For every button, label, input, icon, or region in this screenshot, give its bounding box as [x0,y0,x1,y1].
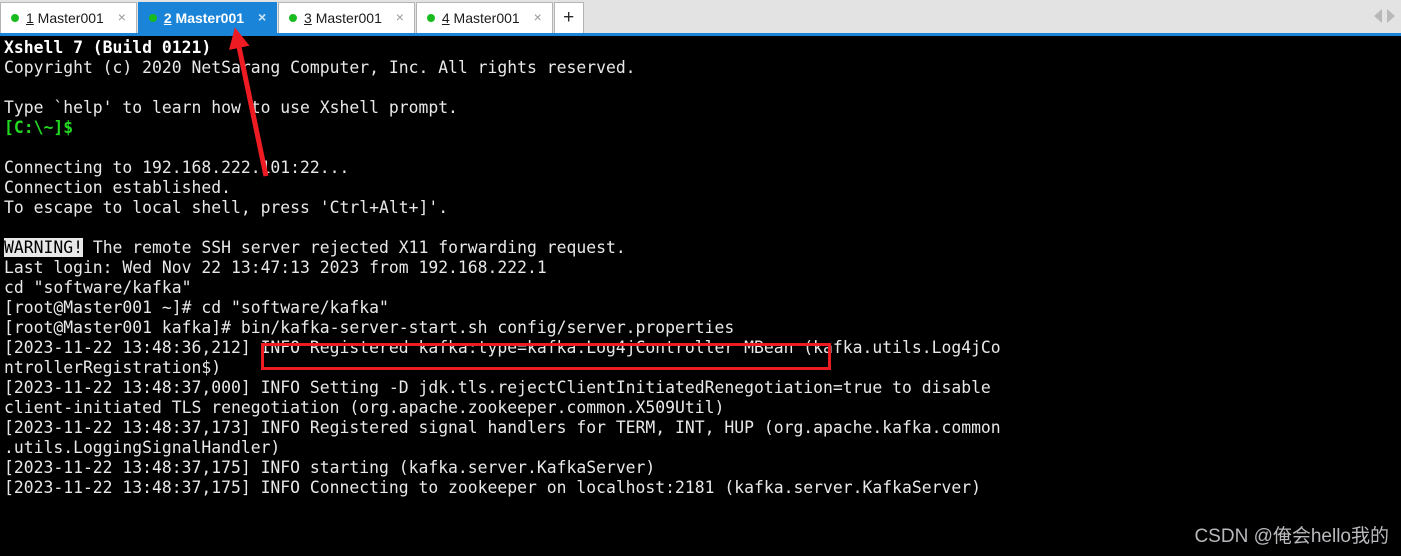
new-tab-button[interactable]: + [553,2,584,33]
terminal-line-text: Last login: Wed Nov 22 13:47:13 2023 fro… [4,258,547,277]
tab-number: 3 [304,10,312,26]
terminal-line: Last login: Wed Nov 22 13:47:13 2023 fro… [4,258,1001,278]
terminal-line-text: Type `help' to learn how to use Xshell p… [4,98,458,117]
terminal-line-text: cd "software/kafka" [4,278,192,297]
connection-status-dot-icon [11,14,19,22]
tab-label: 2 Master001 [164,10,244,26]
scroll-tabs-left-icon[interactable] [1374,9,1382,23]
terminal-line: [2023-11-22 13:48:36,212] INFO Registere… [4,338,1001,358]
terminal-line-text: [2023-11-22 13:48:37,175] INFO starting … [4,458,656,477]
terminal-line-text: .utils.LoggingSignalHandler) [4,438,281,457]
tab-1-master001[interactable]: 1 Master001 × [0,2,137,33]
tab-close-icon[interactable]: × [530,10,546,26]
tab-number: 4 [441,10,450,26]
terminal-line: [2023-11-22 13:48:37,000] INFO Setting -… [4,378,1001,398]
terminal-line-text: [C:\~]$ [4,118,74,137]
terminal-line-text: client-initiated TLS renegotiation (org.… [4,398,725,417]
tab-close-icon[interactable]: × [254,10,270,26]
tab-number: 1 [26,10,34,26]
tab-title: Master001 [449,10,520,26]
xshell-window: 1 Master001 × 2 Master001 × 3 Master001 × 4 Ma… [0,0,1401,556]
terminal-line: Connecting to 192.168.222.101:22... [4,158,1001,178]
terminal-line-text: [root@Master001 ~]# cd "software/kafka" [4,298,389,317]
tab-3-master001[interactable]: 3 Master001 × [278,2,415,33]
terminal-line: client-initiated TLS renegotiation (org.… [4,398,1001,418]
tab-close-icon[interactable]: × [392,10,408,26]
tab-title: Master001 [311,10,382,26]
connection-status-dot-icon [148,14,157,22]
connection-status-dot-icon [289,14,298,22]
terminal-line-text: Connection established. [4,178,231,197]
tab-title: Master001 [171,10,245,26]
terminal-line: .utils.LoggingSignalHandler) [4,438,1001,458]
warning-badge: WARNING! [4,238,83,257]
terminal-line: Type `help' to learn how to use Xshell p… [4,98,1001,118]
terminal-line: Copyright (c) 2020 NetSarang Computer, I… [4,58,1001,78]
tab-number: 2 [163,10,172,26]
terminal-line: [root@Master001 kafka]# bin/kafka-server… [4,318,1001,338]
tab-label: 4 Master001 [442,10,520,26]
terminal-line: To escape to local shell, press 'Ctrl+Al… [4,198,1001,218]
terminal-line: WARNING! The remote SSH server rejected … [4,238,1001,258]
terminal-line-text: ntrollerRegistration$) [4,358,222,377]
terminal-line-text: The remote SSH server rejected X11 forwa… [82,238,626,257]
connection-status-dot-icon [426,14,435,22]
terminal-line: [2023-11-22 13:48:37,175] INFO Connectin… [4,478,1001,498]
tab-scroll-controls [1374,9,1395,23]
terminal-line: [C:\~]$ [4,118,1001,138]
terminal-output-pane[interactable]: Xshell 7 (Build 0121) Copyright (c) 2020 … [0,36,1401,556]
terminal-line-text: Connecting to 192.168.222.101:22... [4,158,350,177]
watermark: CSDN @俺会hello我的 [1194,526,1389,547]
terminal-line-text: [2023-11-22 13:48:37,173] INFO Registere… [4,418,1001,437]
tab-4-master001[interactable]: 4 Master001 × [415,2,553,33]
terminal-line: [2023-11-22 13:48:37,175] INFO starting … [4,458,1001,478]
tab-2-master001[interactable]: 2 Master001 × [137,2,278,33]
terminal-line: cd "software/kafka" [4,278,1001,298]
terminal-line: Connection established. [4,178,1001,198]
terminal-line: [root@Master001 ~]# cd "software/kafka" [4,298,1001,318]
terminal-line-text: [2023-11-22 13:48:37,175] INFO Connectin… [4,478,981,497]
terminal-line-text: [2023-11-22 13:48:37,000] INFO Setting -… [4,378,991,397]
terminal-line-text: Copyright (c) 2020 NetSarang Computer, I… [4,58,636,77]
terminal-line-text: [2023-11-22 13:48:36,212] INFO Registere… [4,338,1001,357]
tab-strip: 1 Master001 × 2 Master001 × 3 Master001 × 4 Ma… [0,0,584,33]
terminal-line: [2023-11-22 13:48:37,173] INFO Registere… [4,418,1001,438]
tab-title: Master001 [33,10,104,26]
tab-bar: 1 Master001 × 2 Master001 × 3 Master001 × 4 Ma… [0,0,1401,33]
terminal-line-text: [root@Master001 kafka]# bin/kafka-server… [4,318,735,337]
terminal-line: Xshell 7 (Build 0121) [4,38,1001,58]
terminal-lines: Xshell 7 (Build 0121) Copyright (c) 2020 … [4,38,1001,498]
terminal-line: ntrollerRegistration$) [4,358,1001,378]
tab-label: 1 Master001 [26,10,104,26]
tab-close-icon[interactable]: × [114,10,130,26]
terminal-line-text: Xshell 7 (Build 0121) [4,38,212,57]
tab-label: 3 Master001 [304,10,382,26]
terminal-line-text: To escape to local shell, press 'Ctrl+Al… [4,198,449,217]
scroll-tabs-right-icon[interactable] [1387,9,1395,23]
